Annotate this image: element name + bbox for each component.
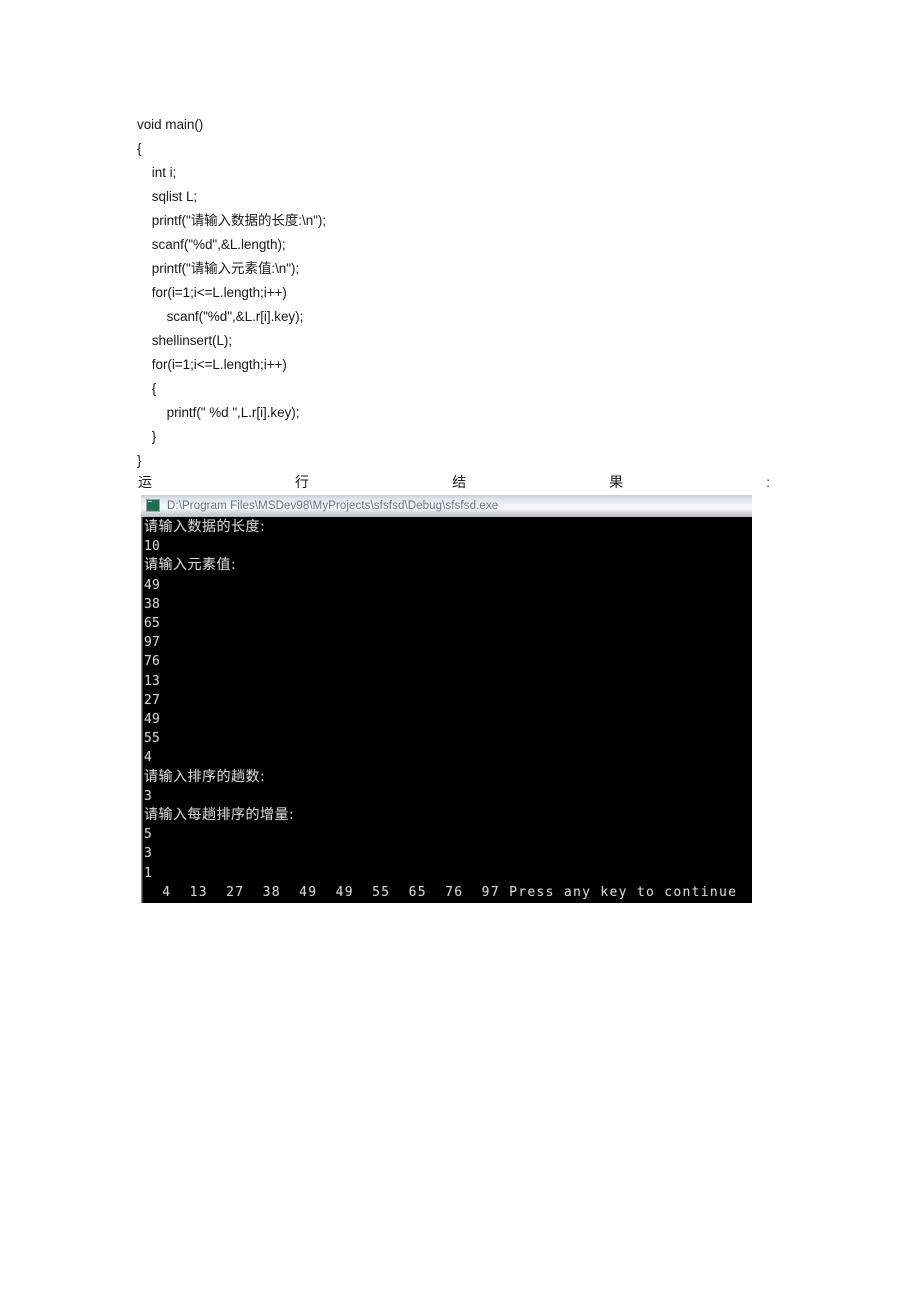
console-line: 请输入数据的长度: — [144, 519, 266, 535]
console-window[interactable]: D:\Program Files\MSDev98\MyProjects\sfsf… — [141, 495, 752, 903]
code-line: printf(" %d ",L.r[i].key); — [137, 405, 300, 420]
code-line: int i; — [137, 165, 177, 180]
console-line: 请输入元素值: — [144, 557, 237, 574]
result-caption-char-3: 结 — [452, 476, 467, 491]
code-line: printf("请输入数据的长度:\n"); — [137, 213, 327, 228]
code-line: { — [137, 381, 157, 396]
console-line: 10 — [144, 539, 161, 555]
console-app-icon — [146, 499, 160, 512]
console-title-text: D:\Program Files\MSDev98\MyProjects\sfsf… — [167, 499, 499, 512]
console-line: 76 — [144, 654, 161, 670]
code-line: for(i=1;i<=L.length;i++) — [137, 357, 287, 372]
console-line: 38 — [144, 596, 161, 612]
console-line: 请输入排序的趟数: — [144, 768, 266, 785]
console-line-final-output: 4 13 27 38 49 49 55 65 76 97 Press any k… — [144, 884, 738, 900]
console-line: 5 — [144, 827, 153, 843]
result-caption-char-4: 果 — [609, 476, 624, 491]
console-line: 65 — [144, 616, 161, 632]
console-line: 97 — [144, 635, 161, 651]
console-output-area[interactable]: 请输入数据的长度: 10 请输入元素值: 49 38 65 97 76 13 2… — [141, 517, 752, 903]
code-line: shellinsert(L); — [137, 333, 233, 348]
console-line: 3 — [144, 788, 153, 804]
console-line: 55 — [144, 731, 161, 747]
code-line: { — [137, 141, 142, 156]
result-caption-colon: : — [766, 475, 770, 490]
result-caption-char-2: 行 — [295, 476, 310, 491]
code-line: scanf("%d",&L.length); — [137, 237, 286, 252]
console-line: 3 — [144, 846, 153, 862]
console-titlebar[interactable]: D:\Program Files\MSDev98\MyProjects\sfsf… — [141, 495, 752, 517]
console-line: 49 — [144, 577, 161, 593]
result-caption: 运 行 结 果 : — [138, 473, 770, 494]
code-line: scanf("%d",&L.r[i].key); — [137, 309, 304, 324]
result-caption-char-1: 运 — [138, 476, 152, 491]
console-line: 27 — [144, 692, 161, 708]
code-line: } — [137, 429, 157, 444]
code-listing: void main() { int i; sqlist L; printf("请… — [137, 113, 777, 473]
console-line: 请输入每趟排序的增量: — [144, 807, 295, 824]
code-line: } — [137, 453, 142, 468]
console-line: 4 — [144, 750, 153, 766]
code-line: void main() — [137, 117, 204, 132]
console-line: 49 — [144, 712, 161, 728]
code-line: sqlist L; — [137, 189, 198, 204]
console-line: 13 — [144, 673, 161, 689]
code-line: printf("请输入元素值:\n"); — [137, 261, 300, 276]
console-line: 1 — [144, 865, 153, 881]
code-line: for(i=1;i<=L.length;i++) — [137, 285, 287, 300]
